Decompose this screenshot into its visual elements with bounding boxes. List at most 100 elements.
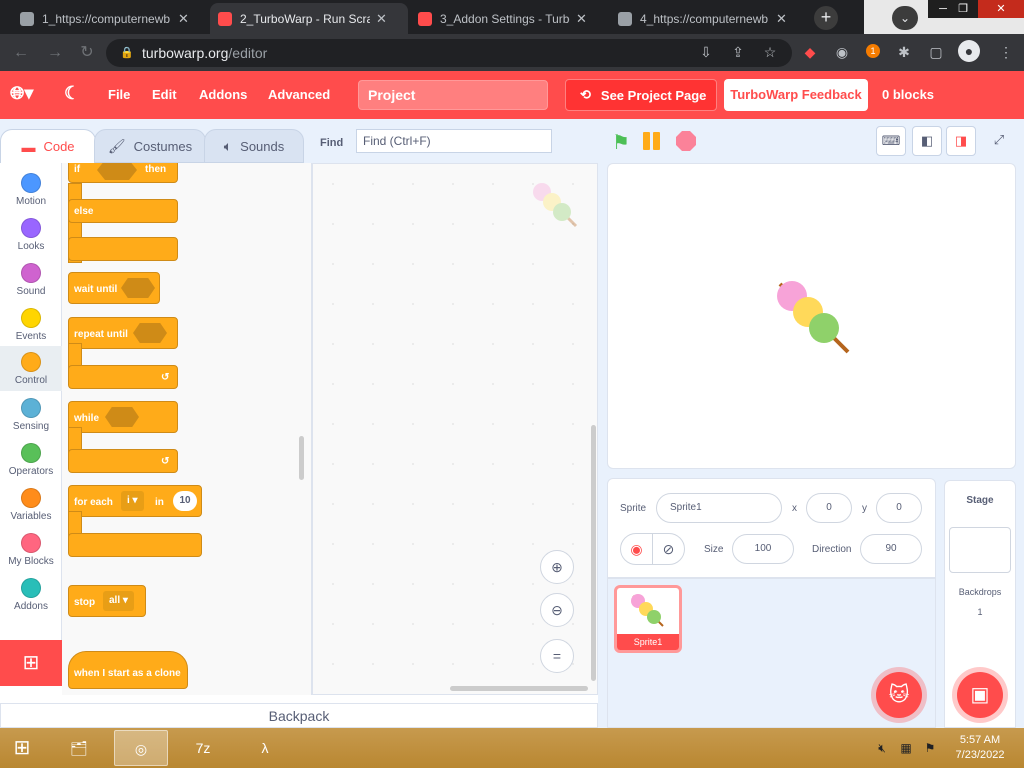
fullscreen-icon[interactable]: ⤢ (984, 126, 1014, 156)
browser-tab-3[interactable]: 3_Addon Settings - TurboWarp ✕ (410, 3, 606, 34)
green-flag-icon[interactable]: ⚑ (612, 130, 630, 155)
workspace-horizontal-scrollbar[interactable] (450, 686, 588, 691)
restore-window-button[interactable]: ❐ (948, 0, 978, 18)
boolean-slot[interactable] (121, 278, 155, 298)
bookmark-star-icon[interactable]: ☆ (760, 42, 780, 62)
close-window-button[interactable]: ✕ (978, 0, 1024, 18)
menu-addons[interactable]: Addons (199, 87, 247, 102)
for-each-value-input[interactable]: 10 (173, 491, 197, 511)
direction-input[interactable]: 90 (860, 534, 922, 564)
show-sprite-button[interactable]: ◉ (620, 533, 653, 565)
if-else-block[interactable]: if then (68, 163, 178, 183)
theme-moon-icon[interactable]: ☾ (64, 83, 80, 104)
block-if-label: if (74, 164, 81, 175)
share-icon[interactable]: ⇪ (728, 42, 748, 62)
file-explorer-icon[interactable]: 🗂︎ (52, 730, 106, 766)
when-clone-hat-block[interactable]: when I start as a clone (68, 651, 188, 689)
repeat-until-block[interactable]: repeat until (68, 317, 178, 349)
boolean-slot[interactable] (105, 407, 139, 427)
while-block[interactable]: while (68, 401, 178, 433)
boolean-slot[interactable] (97, 163, 137, 180)
install-app-icon[interactable]: ⇩ (696, 42, 716, 62)
close-tab-icon[interactable]: ✕ (576, 11, 587, 27)
project-title-input[interactable]: Project (358, 80, 548, 110)
large-stage-icon[interactable]: ◨ (946, 126, 976, 156)
profile-avatar-icon[interactable]: ● (958, 40, 980, 62)
category-sound[interactable]: Sound (0, 257, 62, 302)
language-globe-icon[interactable]: 🌐︎▾ (10, 83, 33, 104)
tab-costumes[interactable]: 🖌︎ Costumes (94, 129, 206, 163)
network-icon[interactable]: ▦ (898, 740, 914, 756)
stop-option-dropdown[interactable]: all ▾ (103, 591, 134, 611)
size-input[interactable]: 100 (732, 534, 794, 564)
flyout-scrollbar[interactable] (299, 436, 304, 480)
close-tab-icon[interactable]: ✕ (376, 11, 387, 27)
app-taskbar-icon[interactable]: λ (238, 730, 292, 766)
close-tab-icon[interactable]: ✕ (776, 11, 787, 27)
forward-icon[interactable]: → (44, 42, 66, 64)
zoom-reset-button[interactable]: = (540, 639, 574, 673)
taskbar-clock[interactable]: 5:57 AM 7/23/2022 (940, 733, 1020, 763)
category-operators[interactable]: Operators (0, 437, 62, 482)
pause-icon[interactable] (643, 132, 665, 150)
find-input[interactable]: Find (Ctrl+F) (356, 129, 552, 153)
chrome-taskbar-icon[interactable]: ◎ (114, 730, 168, 766)
for-each-variable-dropdown[interactable]: i ▾ (121, 491, 144, 511)
back-icon[interactable]: ← (10, 42, 32, 64)
small-stage-icon[interactable]: ◧ (912, 126, 942, 156)
sprite-name-input[interactable]: Sprite1 (656, 493, 782, 523)
browser-tab-4[interactable]: 4_https://computernewb ✕ (610, 3, 806, 34)
console-icon[interactable]: ⌨︎ (876, 126, 906, 156)
zoom-out-button[interactable]: ⊖ (540, 593, 574, 627)
sprite-tile[interactable]: Sprite1 (614, 585, 682, 653)
menu-advanced[interactable]: Advanced (268, 87, 330, 102)
volume-muted-icon[interactable]: 🔇︎ (874, 740, 890, 756)
for-each-block[interactable]: for each i ▾ in 10 (68, 485, 202, 517)
clock-date: 7/23/2022 (955, 749, 1005, 761)
extension-icon[interactable]: ◆ (800, 42, 820, 62)
category-my-blocks[interactable]: My Blocks (0, 527, 62, 572)
backpack[interactable]: Backpack (0, 703, 598, 728)
tab-code[interactable]: ▬ Code (0, 129, 96, 163)
wait-until-block[interactable]: wait until (68, 272, 160, 304)
category-events[interactable]: Events (0, 302, 62, 347)
category-motion[interactable]: Motion (0, 167, 62, 212)
workspace-vertical-scrollbar[interactable] (591, 425, 596, 681)
feedback-button[interactable]: TurboWarp Feedback (724, 79, 868, 111)
x-input[interactable]: 0 (806, 493, 852, 523)
side-panel-icon[interactable]: ▢ (926, 42, 946, 62)
stop-block[interactable]: stop all ▾ (68, 585, 146, 617)
hide-sprite-button[interactable]: ⊘ (652, 533, 685, 565)
tab-search-button[interactable]: ⌄ (892, 6, 918, 30)
zoom-in-button[interactable]: ⊕ (540, 550, 574, 584)
see-project-page-button[interactable]: ⟲ See Project Page (565, 79, 717, 111)
7zip-taskbar-icon[interactable]: 7z (176, 730, 230, 766)
menu-file[interactable]: File (108, 87, 130, 102)
address-bar[interactable]: 🔒 turbowarp.org/editor (106, 39, 792, 67)
boolean-slot[interactable] (133, 323, 167, 343)
add-extension-button[interactable]: ⊞ (0, 640, 62, 686)
puzzle-extensions-icon[interactable]: ✱ (894, 42, 914, 62)
category-variables[interactable]: Variables (0, 482, 62, 527)
chrome-menu-icon[interactable]: ⋮ (996, 42, 1016, 62)
category-control[interactable]: Control (0, 346, 62, 391)
add-backdrop-button[interactable]: ▣ (957, 672, 1003, 718)
stage-canvas[interactable] (607, 163, 1016, 469)
action-center-icon[interactable]: ⚑ (922, 740, 938, 756)
stop-icon[interactable] (676, 131, 696, 151)
browser-tab-1[interactable]: 1_https://computernewb ✕ (12, 3, 208, 34)
category-looks[interactable]: Looks (0, 212, 62, 257)
close-tab-icon[interactable]: ✕ (178, 11, 189, 27)
category-addons[interactable]: Addons (0, 572, 62, 617)
lightbulb-extension-icon[interactable]: ◉ (832, 42, 852, 62)
add-sprite-button[interactable]: 🐱︎ (876, 672, 922, 718)
else-row: else (68, 199, 178, 223)
reload-icon[interactable]: ↻ (76, 42, 98, 64)
y-input[interactable]: 0 (876, 493, 922, 523)
tab-sounds[interactable]: 🔈︎ Sounds (204, 129, 304, 163)
menu-edit[interactable]: Edit (152, 87, 177, 102)
new-tab-button[interactable]: + (814, 6, 838, 30)
browser-tab-2[interactable]: 2_TurboWarp - Run Scratch ✕ (210, 3, 408, 34)
windows-start-icon[interactable]: ⊞ (8, 736, 36, 760)
category-sensing[interactable]: Sensing (0, 392, 62, 437)
